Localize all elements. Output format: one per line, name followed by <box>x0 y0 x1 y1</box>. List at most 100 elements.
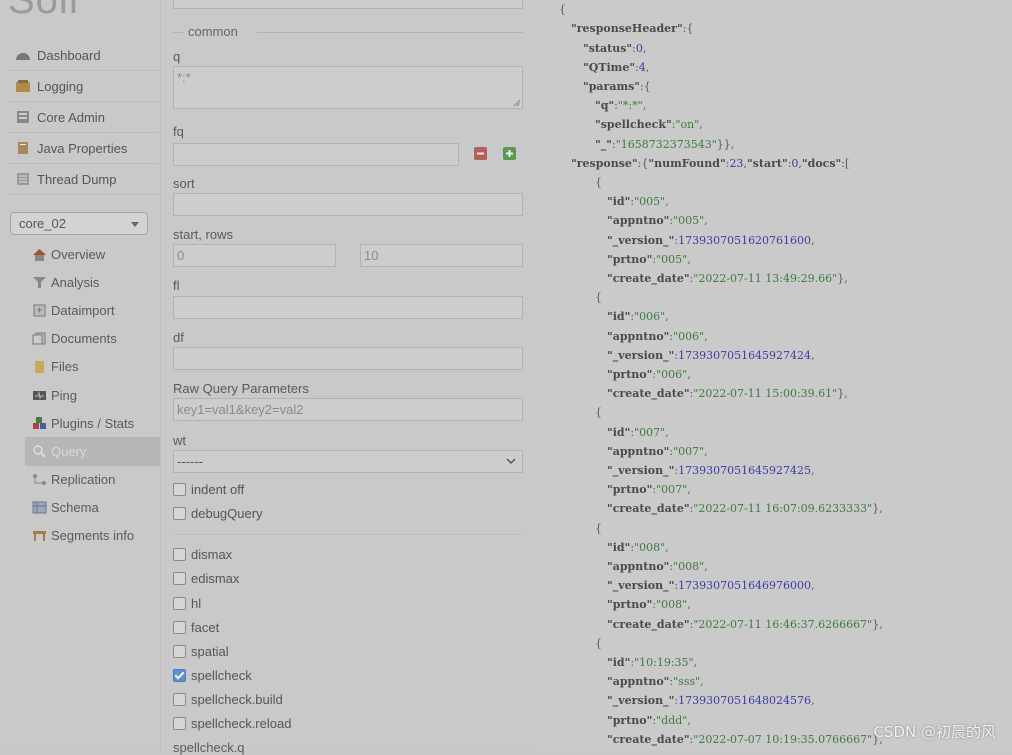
checkbox-label: edismax <box>191 571 240 586</box>
doc-id-value: "008" <box>634 540 666 554</box>
nav-item-core-admin[interactable]: Core Admin <box>8 102 159 133</box>
checkbox-box[interactable] <box>173 693 186 706</box>
df-label: df <box>173 330 184 345</box>
raw-query-placeholder: key1=val1&key2=val2 <box>177 402 304 417</box>
remove-fq-button[interactable] <box>474 147 487 160</box>
nav-label: Dashboard <box>37 47 101 63</box>
doc-version-value: 1739307051645927424 <box>678 348 812 362</box>
json-line: "create_date":"2022-07-11 16:07:09.62333… <box>607 502 883 516</box>
core-item-query[interactable]: Query <box>25 437 160 466</box>
hl-checkbox[interactable]: hl <box>173 596 201 611</box>
doc-version-value: 1739307051645927425 <box>678 464 812 477</box>
json-line: "id":"005", <box>607 195 669 209</box>
checkbox-label: indent off <box>191 482 245 497</box>
resize-handle-icon[interactable] <box>513 99 521 107</box>
response-panel[interactable]: { "responseHeader":{ "status":0, "QTime"… <box>542 0 1012 751</box>
plugins-icon <box>33 416 46 429</box>
indent-off-checkbox[interactable]: indent off <box>173 482 244 497</box>
core-item-dataimport[interactable]: Dataimport <box>25 296 160 324</box>
core-item-schema[interactable]: Schema <box>25 494 160 522</box>
thread-dump-icon <box>17 173 29 185</box>
core-item-segments-info[interactable]: Segments info <box>25 522 160 550</box>
json-line: "prtno":"005", <box>607 252 691 266</box>
qtime-value: 4 <box>638 61 646 74</box>
json-line: { <box>595 406 602 420</box>
raw-query-input[interactable]: key1=val1&key2=val2 <box>173 398 523 421</box>
core-selector[interactable]: core_02 <box>10 212 148 235</box>
solr-logo: Solr <box>8 0 84 22</box>
checkbox-box[interactable] <box>173 572 186 585</box>
q-textarea[interactable]: *:* <box>173 66 523 109</box>
checkbox-label: spellcheck.build <box>191 692 283 707</box>
json-line: { <box>559 3 566 16</box>
checkbox-label: spellcheck <box>191 668 252 683</box>
df-input[interactable] <box>173 347 523 370</box>
checkbox-box[interactable] <box>173 483 186 496</box>
nav-item-logging[interactable]: Logging <box>8 71 159 102</box>
doc-prtno-value: "008" <box>656 598 688 612</box>
rows-input[interactable]: 10 <box>360 244 523 267</box>
core-item-replication[interactable]: Replication <box>25 466 160 494</box>
json-line: "prtno":"008", <box>607 598 691 612</box>
doc-prtno-value: "005" <box>656 252 688 266</box>
core-admin-icon <box>17 111 29 123</box>
fl-input[interactable] <box>173 296 523 319</box>
nav-item-dashboard[interactable]: Dashboard <box>8 40 159 71</box>
fq-input[interactable] <box>173 143 459 166</box>
sidebar: Solr Dashboard Logging Core Admin Java P… <box>0 0 160 751</box>
core-item-files[interactable]: Files <box>25 353 160 381</box>
core-item-label: Dataimport <box>51 302 115 318</box>
json-line: "status":0, <box>583 42 647 55</box>
request-handler-input[interactable] <box>173 0 523 9</box>
checkbox-box[interactable] <box>173 645 186 658</box>
core-item-label: Ping <box>51 387 78 403</box>
edismax-checkbox[interactable]: edismax <box>173 571 239 586</box>
json-line: "_version_":1739307051620761600, <box>607 233 815 247</box>
start-rows-label: start, rows <box>173 227 233 242</box>
spellcheck-checkbox[interactable]: spellcheck <box>173 668 252 683</box>
spellcheck-build-checkbox[interactable]: spellcheck.build <box>173 692 283 707</box>
json-line: "create_date":"2022-07-11 15:00:39.61"}, <box>607 387 848 401</box>
core-item-overview[interactable]: Overview <box>25 240 160 268</box>
doc-create_date-value: "2022-07-11 13:49:29.66" <box>693 272 838 285</box>
checkbox-box[interactable] <box>173 717 186 730</box>
facet-checkbox[interactable]: facet <box>173 620 219 635</box>
json-line: "create_date":"2022-07-11 16:46:37.62666… <box>607 617 883 631</box>
json-line: "responseHeader":{ <box>571 22 694 35</box>
doc-version-value: 1739307051620761600 <box>678 233 812 247</box>
add-fq-button[interactable] <box>503 147 516 160</box>
spatial-checkbox[interactable]: spatial <box>173 644 229 659</box>
dashboard-icon <box>16 53 30 60</box>
wt-select[interactable]: ------ <box>173 450 523 473</box>
nav-item-java-properties[interactable]: Java Properties <box>8 133 159 164</box>
core-item-label: Overview <box>51 246 106 262</box>
rows-placeholder: 10 <box>364 248 379 263</box>
checkbox-box[interactable] <box>173 621 186 634</box>
core-item-ping[interactable]: Ping <box>25 381 160 409</box>
doc-id-value: "007" <box>634 425 666 439</box>
dismax-checkbox[interactable]: dismax <box>173 547 232 562</box>
checkbox-box-checked[interactable] <box>173 669 186 682</box>
java-properties-icon <box>18 142 28 154</box>
sort-input[interactable] <box>173 193 523 216</box>
debug-query-checkbox[interactable]: debugQuery <box>173 506 263 521</box>
json-line: "id":"10:19:35", <box>607 656 698 669</box>
core-item-analysis[interactable]: Analysis <box>25 268 160 296</box>
core-item-documents[interactable]: Documents <box>25 325 160 353</box>
doc-create_date-value: "2022-07-07 10:19:35.0766667" <box>693 732 873 746</box>
start-input[interactable]: 0 <box>173 244 336 267</box>
divider <box>173 534 523 535</box>
spellcheck-reload-checkbox[interactable]: spellcheck.reload <box>173 716 291 731</box>
json-line: "response":{"numFound":23,"start":0,"doc… <box>571 157 850 170</box>
core-selector-value: core_02 <box>19 216 66 231</box>
json-line: "appntno":"007", <box>607 444 708 458</box>
core-item-plugins-stats[interactable]: Plugins / Stats <box>25 409 160 437</box>
checkbox-box[interactable] <box>173 507 186 520</box>
checkbox-box[interactable] <box>173 548 186 561</box>
nav-item-thread-dump[interactable]: Thread Dump <box>8 164 159 195</box>
checkbox-box[interactable] <box>173 597 186 610</box>
overview-icon <box>33 248 46 261</box>
minus-icon <box>477 152 484 155</box>
checkbox-label: facet <box>191 620 220 635</box>
json-line: "_version_":1739307051646976000, <box>607 579 815 593</box>
